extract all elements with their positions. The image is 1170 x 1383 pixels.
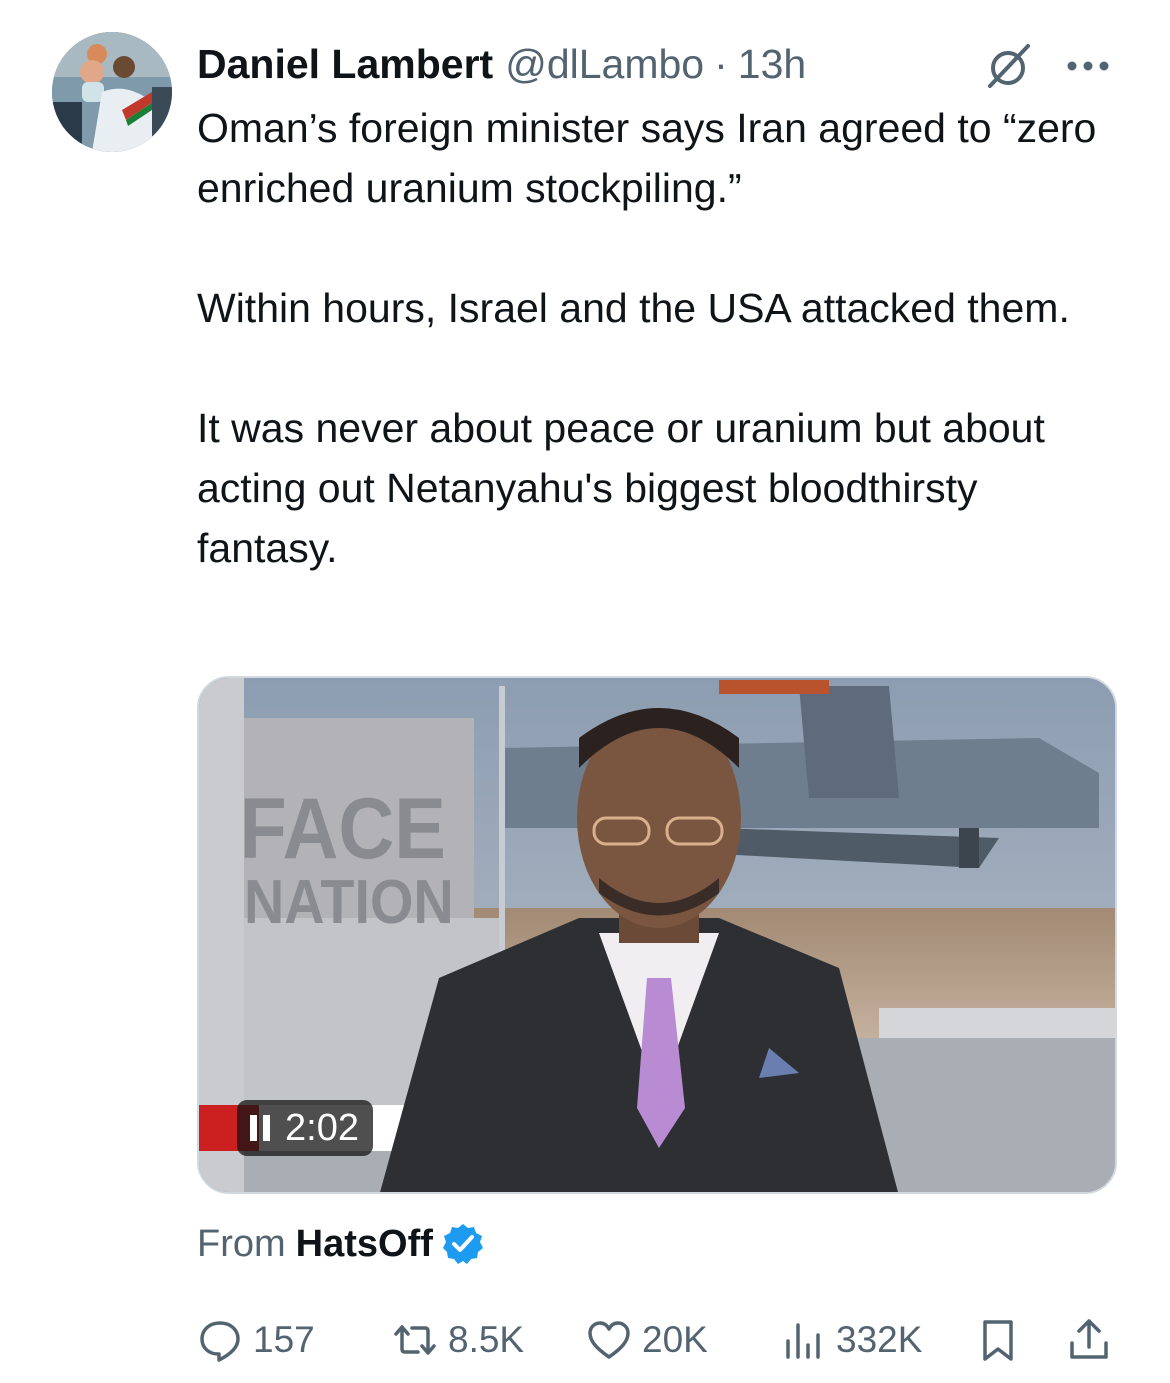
like-icon	[588, 1321, 630, 1359]
bookmark-button[interactable]	[975, 1310, 1021, 1370]
avatar[interactable]	[52, 32, 172, 152]
views-button[interactable]: 332K	[780, 1310, 922, 1370]
share-icon	[1070, 1319, 1108, 1359]
media-attribution: From HatsOff	[197, 1218, 485, 1270]
tweet-paragraph-2: Within hours, Israel and the USA attacke…	[197, 285, 1070, 331]
share-button[interactable]	[1066, 1310, 1112, 1370]
repost-icon	[394, 1325, 436, 1355]
views-count: 332K	[836, 1319, 923, 1360]
tweet-header: Daniel Lambert @dlLambo · 13h	[197, 38, 806, 90]
author-name[interactable]: Daniel Lambert	[197, 38, 493, 90]
tweet-paragraph-3: It was never about peace or uranium but …	[197, 405, 1045, 571]
action-bar: 157 8.5K 20K 332K	[0, 1310, 1170, 1370]
repost-button[interactable]: 8.5K	[392, 1310, 524, 1370]
tweet-text: Oman’s foreign minister says Iran agreed…	[197, 98, 1117, 578]
views-icon	[786, 1323, 820, 1359]
more-icon[interactable]	[1062, 40, 1114, 92]
reply-icon	[200, 1321, 240, 1362]
verified-badge-icon	[442, 1224, 483, 1264]
tweet[interactable]: Daniel Lambert @dlLambo · 13h Oman’s for…	[0, 0, 1170, 1383]
attribution-label: From	[197, 1222, 286, 1265]
attribution-source[interactable]: HatsOff	[296, 1223, 433, 1266]
timestamp[interactable]: 13h	[738, 38, 806, 90]
reply-button[interactable]: 157	[197, 1310, 315, 1370]
reply-count: 157	[253, 1319, 315, 1360]
pause-icon[interactable]	[249, 1114, 271, 1142]
separator-dot: ·	[714, 41, 728, 87]
backdrop-logo-nation: NATION	[244, 868, 454, 936]
backdrop-logo-face: FACE	[240, 781, 446, 877]
like-button[interactable]: 20K	[586, 1310, 708, 1370]
tweet-paragraph-1: Oman’s foreign minister says Iran agreed…	[197, 105, 1097, 211]
grok-icon[interactable]	[982, 40, 1034, 92]
bookmark-icon	[983, 1320, 1013, 1361]
author-handle[interactable]: @dlLambo	[505, 38, 704, 90]
video-timer[interactable]: 2:02	[237, 1100, 373, 1156]
like-count: 20K	[642, 1319, 708, 1360]
video-player[interactable]: FACE NATION ON 2:02	[197, 676, 1117, 1194]
repost-count: 8.5K	[448, 1319, 525, 1360]
video-duration: 2:02	[285, 1106, 359, 1149]
